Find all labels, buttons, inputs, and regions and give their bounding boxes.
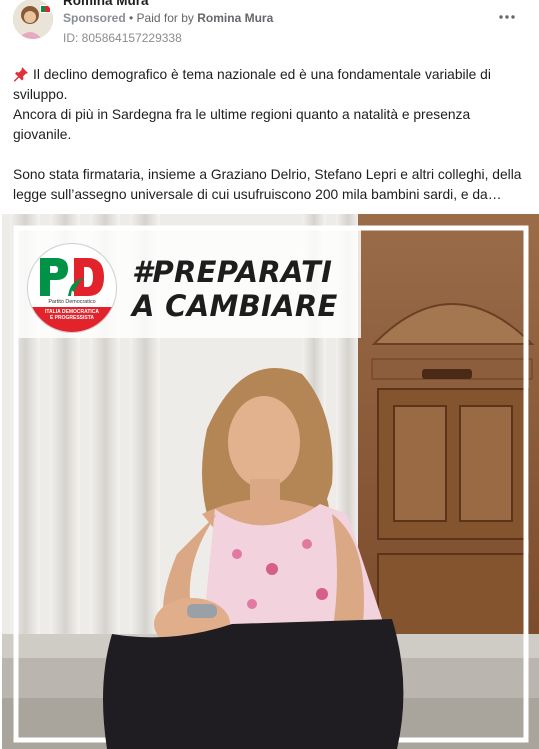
post-text: Il declino demografico è tema nazionale … (13, 65, 525, 205)
post-paragraph-2: Ancora di più in Sardegna fra le ultime … (13, 107, 471, 142)
ellipsis-icon (499, 15, 515, 19)
pushpin-icon (14, 67, 28, 82)
campaign-hashtag: #PREPARATI A CAMBIARE (132, 255, 362, 323)
logo-band-line-2: E PROGRESSISTA (49, 315, 95, 321)
post-paragraph-1: Il declino demografico è tema nazionale … (13, 65, 525, 105)
hashtag-line-2: A CAMBIARE (132, 289, 338, 323)
post-text-line-1: Il declino demografico è tema nazionale … (13, 67, 491, 102)
sponsored-post-card: Romina Mura Sponsored • Paid for by Romi… (0, 0, 539, 749)
paid-for-prefix: Paid for by (136, 11, 198, 25)
logo-band: ITALIA DEMOCRATICA E PROGRESSISTA (28, 307, 116, 332)
sponsored-meta: Sponsored • Paid for by Romina Mura (63, 11, 273, 25)
post-header: Romina Mura Sponsored • Paid for by Romi… (0, 0, 539, 50)
meta-separator: • (125, 11, 137, 25)
avatar[interactable] (13, 0, 53, 39)
hashtag-line-1: #PREPARATI (132, 255, 333, 289)
logo-party-name: Partito Democratico (48, 299, 96, 305)
author-name[interactable]: Romina Mura (63, 0, 149, 8)
paid-for-name[interactable]: Romina Mura (197, 11, 273, 25)
sponsored-label[interactable]: Sponsored (63, 11, 126, 25)
ad-id: ID: 805864157229338 (63, 31, 182, 45)
pd-logo-mark (38, 256, 106, 303)
more-options-button[interactable] (496, 6, 518, 28)
pd-party-logo: Partito Democratico ITALIA DEMOCRATICA E… (27, 243, 117, 333)
post-paragraph-3: Sono stata firmataria, insieme a Grazian… (13, 167, 522, 202)
